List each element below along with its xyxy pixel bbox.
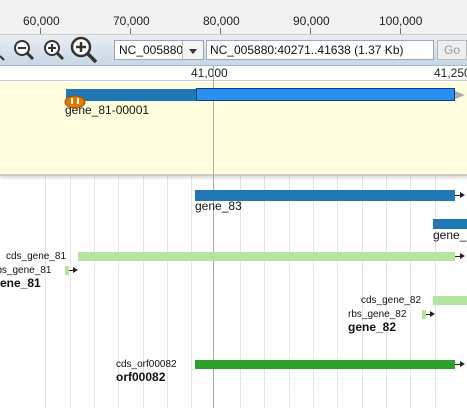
orf00082-group-label: orf00082	[116, 370, 166, 384]
rbs-gene-81-label: rbs_gene_81	[0, 265, 52, 276]
ruler-tick-mark	[310, 28, 311, 34]
cds-gene-82-label: cds_gene_82	[361, 295, 422, 306]
gene-81-selected-region[interactable]	[196, 88, 455, 101]
zoom-in-large-icon[interactable]	[68, 35, 100, 65]
gene-81-group-label: ene_81	[0, 276, 41, 290]
ruler-tick-mark	[400, 28, 401, 34]
detail-ruler	[0, 66, 467, 81]
ruler-tick-mark	[220, 28, 221, 34]
cds-orf00082-arrow-icon	[460, 361, 465, 367]
gene-83-arrow-icon	[460, 192, 465, 198]
ruler-tick-mark	[40, 28, 41, 34]
center-line	[213, 66, 214, 408]
gene-partial-label: gene_	[433, 228, 467, 242]
cds-gene-81-feature-bar[interactable]	[78, 252, 455, 261]
detail-tick-41250: 41,250	[434, 66, 467, 80]
chevron-down-icon[interactable]	[182, 41, 203, 59]
rbs-gene-82-label: rbs_gene_82	[348, 309, 407, 320]
ruler-tick-60000: 60,000	[23, 14, 60, 28]
rbs-gene-81-arrow-icon	[73, 267, 78, 273]
cds-orf00082-label: cds_orf00082	[116, 359, 177, 370]
sequence-select[interactable]: NC_005880	[114, 40, 204, 60]
zoom-in-small-icon[interactable]	[40, 36, 68, 64]
cds-gene-82-feature-bar[interactable]	[433, 296, 467, 305]
pan-left-icon[interactable]	[0, 42, 6, 62]
go-button[interactable]: Go	[437, 40, 467, 60]
gene-83-label: gene_83	[195, 199, 242, 213]
ruler-tick-80000: 80,000	[203, 14, 240, 28]
rbs-gene-82-arrow-icon	[430, 311, 435, 317]
ruler-tick-90000: 90,000	[293, 14, 330, 28]
cds-gene-81-arrow-icon	[460, 253, 465, 259]
detail-tick-41000: 41,000	[191, 66, 228, 80]
ruler-tick-70000: 70,000	[113, 14, 150, 28]
gene-81-arrow-icon	[455, 91, 465, 99]
cds-orf00082-feature-bar[interactable]	[195, 360, 455, 369]
ruler-tick-mark	[130, 28, 131, 34]
sequence-select-value: NC_005880	[119, 43, 184, 57]
gene-81-label: gene_81-00001	[65, 103, 150, 117]
cds-gene-81-label: cds_gene_81	[6, 251, 67, 262]
gene-82-group-label: gene_82	[348, 320, 397, 334]
ruler-tick-100000: 100,000	[379, 14, 423, 28]
location-input[interactable]	[206, 40, 434, 60]
zoom-out-icon[interactable]	[10, 36, 38, 64]
